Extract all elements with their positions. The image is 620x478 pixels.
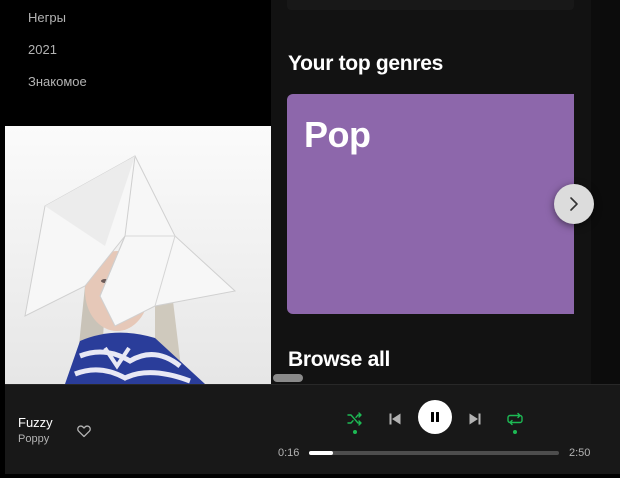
skip-back-icon bbox=[389, 413, 401, 425]
shuffle-button[interactable] bbox=[345, 409, 365, 434]
pause-icon bbox=[431, 412, 439, 422]
next-track-button[interactable] bbox=[465, 409, 485, 429]
section-heading-top-genres: Your top genres bbox=[288, 52, 443, 75]
app-window: Негры 2021 Знакомое Your top genres Pop … bbox=[0, 0, 620, 478]
playback-progress-fill bbox=[309, 451, 333, 455]
genre-card-label: Pop bbox=[304, 114, 371, 155]
shuffle-icon bbox=[347, 412, 362, 426]
skip-forward-icon bbox=[469, 413, 481, 425]
sidebar-playlist-item[interactable]: 2021 bbox=[28, 42, 57, 58]
shuffle-active-indicator bbox=[353, 430, 357, 434]
time-total: 2:50 bbox=[569, 447, 591, 459]
track-artist[interactable]: Poppy bbox=[18, 433, 49, 445]
now-playing-cover-art[interactable] bbox=[5, 126, 271, 384]
sidebar-playlist-item[interactable]: Негры bbox=[28, 10, 66, 26]
heart-icon bbox=[77, 425, 91, 438]
repeat-icon bbox=[507, 412, 523, 426]
right-panel-edge bbox=[591, 0, 620, 384]
like-button[interactable] bbox=[76, 423, 92, 439]
cover-art-image bbox=[5, 126, 271, 384]
playback-progress-bar[interactable] bbox=[309, 451, 559, 455]
section-heading-browse-all: Browse all bbox=[288, 348, 391, 371]
previous-track-button[interactable] bbox=[385, 409, 405, 429]
player-bar: Fuzzy Poppy 0:16 2:50 bbox=[5, 384, 620, 474]
horizontal-scrollbar-thumb[interactable] bbox=[273, 374, 303, 382]
track-title[interactable]: Fuzzy bbox=[18, 415, 53, 430]
chevron-right-icon bbox=[570, 197, 578, 211]
sidebar: Негры 2021 Знакомое bbox=[5, 0, 271, 384]
sidebar-playlist-item[interactable]: Знакомое bbox=[28, 74, 87, 90]
play-pause-button[interactable] bbox=[418, 400, 452, 434]
shelf-card[interactable] bbox=[287, 0, 574, 10]
repeat-active-indicator bbox=[513, 430, 517, 434]
carousel-next-button[interactable] bbox=[554, 184, 594, 224]
repeat-button[interactable] bbox=[505, 409, 525, 434]
time-elapsed: 0:16 bbox=[278, 447, 300, 459]
window-bottom-edge bbox=[0, 474, 620, 478]
genre-card-pop[interactable]: Pop bbox=[287, 94, 574, 314]
main-content: Your top genres Pop Browse all bbox=[271, 0, 591, 384]
